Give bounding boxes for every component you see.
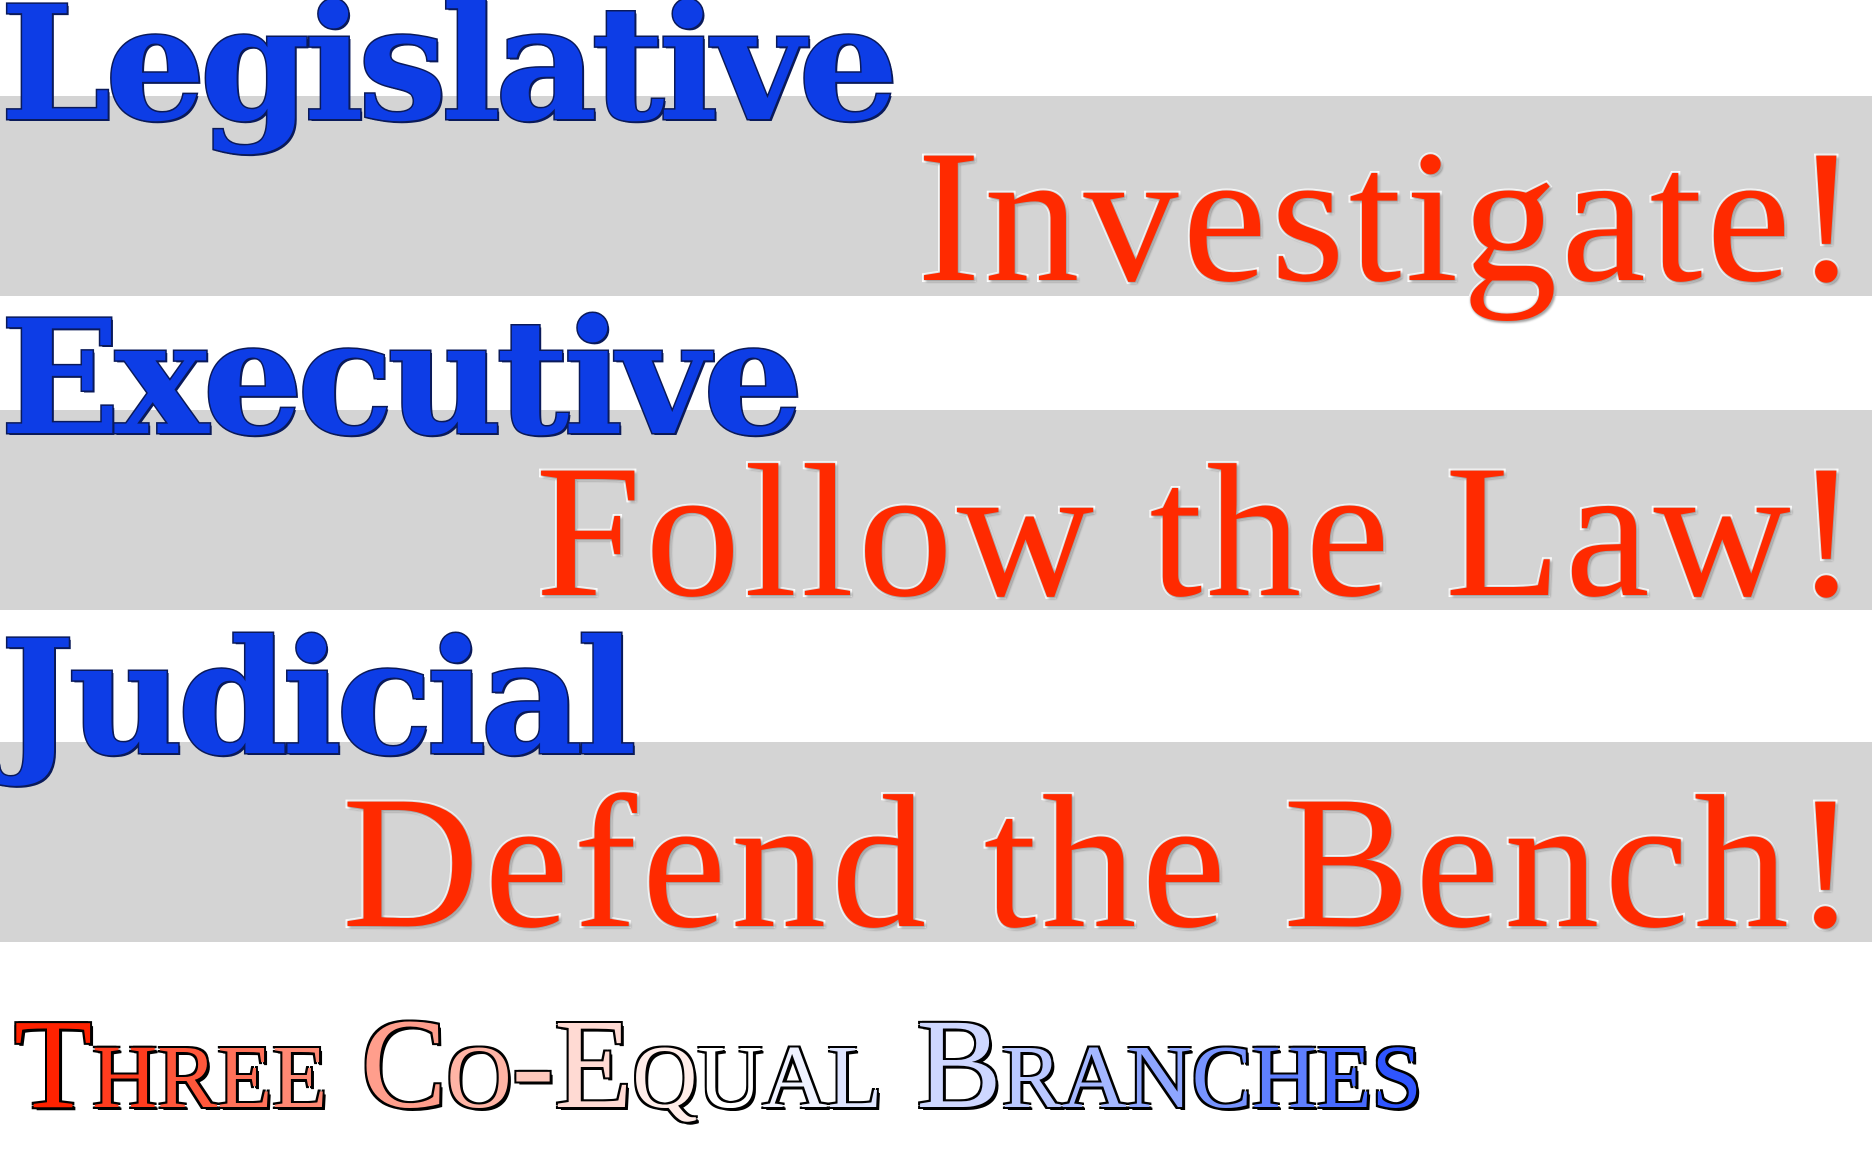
tagline-letter: e bbox=[217, 993, 273, 1135]
tagline-letter: h bbox=[92, 993, 158, 1135]
tagline-letter: l bbox=[827, 993, 883, 1135]
slogan-defend-the-bench: Defend the Bench! bbox=[340, 758, 1862, 968]
tagline-letter: n bbox=[1126, 993, 1192, 1135]
tagline-letter: T bbox=[14, 993, 93, 1135]
branch-label-legislative: Legislative bbox=[0, 0, 900, 157]
tagline-letter: u bbox=[697, 993, 763, 1135]
tagline-letter: E bbox=[554, 993, 633, 1135]
tagline-letter: c bbox=[1191, 993, 1252, 1135]
tagline-letter: s bbox=[1371, 993, 1422, 1135]
tagline-letter: e bbox=[1316, 993, 1372, 1135]
slogan-follow-the-law: Follow the Law! bbox=[534, 427, 1862, 637]
tagline-letter: r bbox=[1001, 993, 1062, 1135]
tagline-letter: q bbox=[632, 993, 698, 1135]
tagline-word-co-equal: Co-Equal bbox=[361, 1000, 882, 1128]
tagline-word-three: Three bbox=[14, 1000, 327, 1128]
branch-label-judicial: Judicial bbox=[0, 606, 638, 791]
tagline-word-branches: Branches bbox=[916, 1000, 1421, 1128]
tagline-letter: o bbox=[446, 993, 512, 1135]
tagline-letter: C bbox=[361, 993, 447, 1135]
tagline-letter: r bbox=[157, 993, 218, 1135]
tagline-letter: a bbox=[762, 993, 828, 1135]
tagline-letter: h bbox=[1251, 993, 1317, 1135]
tagline-letter: B bbox=[916, 993, 1002, 1135]
tagline-letter: - bbox=[511, 993, 555, 1135]
tagline-letter: a bbox=[1061, 993, 1127, 1135]
tagline-letter: e bbox=[272, 993, 328, 1135]
tagline-three-co-equal-branches: Three Co-Equal Branches bbox=[14, 1000, 1864, 1128]
slogan-investigate: Investigate! bbox=[915, 112, 1862, 322]
